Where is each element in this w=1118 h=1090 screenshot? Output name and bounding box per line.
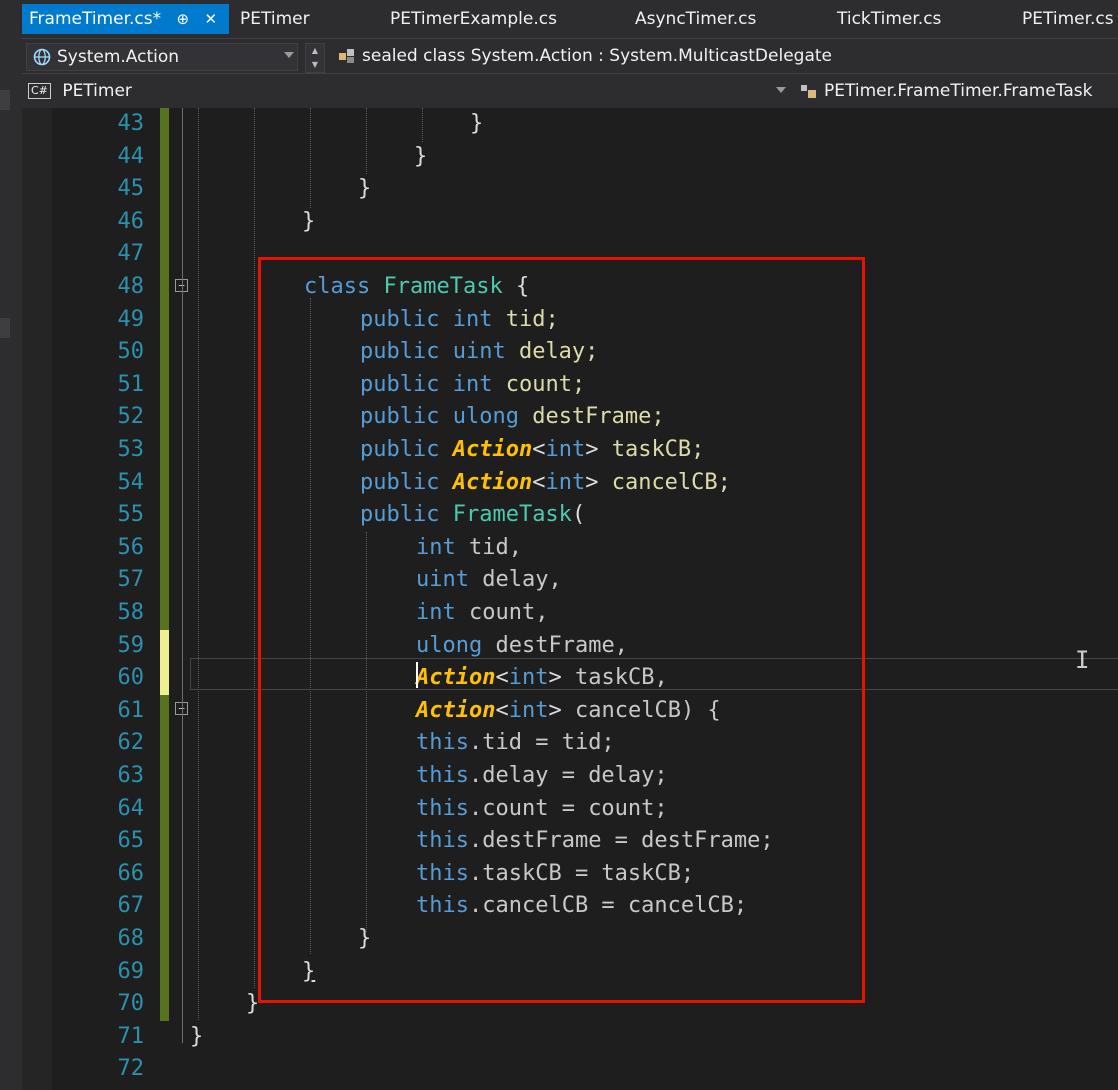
tab-petimer[interactable]: PETimer xyxy=(240,6,310,32)
line-number: 68 xyxy=(117,926,145,951)
scope-navigation-bar: C# PETimer PETimer.FrameTimer.FrameTask xyxy=(22,73,1118,108)
line-number: 69 xyxy=(117,958,145,984)
line-number: 61 xyxy=(117,697,145,723)
line-number: 71 xyxy=(117,1023,145,1049)
tab-petimer-cs[interactable]: PETimer.cs xyxy=(1022,6,1114,32)
code-line[interactable]: } xyxy=(470,108,483,141)
member-signature: sealed class System.Action : System.Mult… xyxy=(332,43,1118,69)
tab-label: TickTimer.cs xyxy=(837,9,942,29)
tab-label: PETimer.cs xyxy=(1022,9,1114,29)
line-number: 55 xyxy=(117,502,145,528)
globe-icon xyxy=(33,48,51,66)
tab-tick-timer[interactable]: TickTimer.cs xyxy=(837,6,941,32)
chevron-down-icon[interactable] xyxy=(776,87,786,93)
line-number: 70 xyxy=(117,991,145,1017)
document-tab-bar: FrameTimer.cs* ⊕ ✕ PETimer PETimerExampl… xyxy=(22,0,1118,38)
code-line[interactable]: } xyxy=(414,141,427,174)
code-line[interactable]: } xyxy=(302,206,315,239)
line-number: 56 xyxy=(117,534,145,560)
member-spinner[interactable]: ▲ ▼ xyxy=(305,43,325,73)
tab-async-timer[interactable]: AsyncTimer.cs xyxy=(635,6,756,32)
member-dropdown-value: System.Action xyxy=(57,47,180,67)
line-number: 52 xyxy=(117,404,145,430)
line-number: 58 xyxy=(117,600,145,625)
class-icon xyxy=(339,49,354,63)
line-number: 67 xyxy=(117,893,145,919)
toolbox-marker[interactable] xyxy=(0,90,10,110)
change-indicator-unsaved xyxy=(160,629,169,695)
line-number: 50 xyxy=(117,339,145,365)
line-number: 72 xyxy=(117,1056,145,1082)
left-tool-strip xyxy=(0,0,22,1090)
close-icon[interactable]: ✕ xyxy=(205,4,218,34)
tab-petimer-example[interactable]: PETimerExample.cs xyxy=(390,6,557,32)
line-number: 47 xyxy=(117,241,145,267)
annotation-highlight-box xyxy=(258,257,865,1003)
line-number: 49 xyxy=(117,306,145,332)
line-number: 48 xyxy=(117,274,145,299)
line-number: 63 xyxy=(117,763,145,788)
tab-label: FrameTimer.cs* xyxy=(29,9,162,29)
line-number: 57 xyxy=(117,567,145,593)
ibeam-cursor-icon: I xyxy=(1075,646,1090,674)
project-name: PETimer xyxy=(62,81,132,101)
line-number: 51 xyxy=(117,371,145,397)
scope-icon xyxy=(801,85,816,98)
code-line[interactable]: } xyxy=(190,1021,203,1054)
line-number: 62 xyxy=(117,730,145,756)
scope-dropdown[interactable]: PETimer.FrameTimer.FrameTask xyxy=(794,78,1118,104)
line-number: 46 xyxy=(117,208,145,234)
code-line[interactable]: } xyxy=(358,173,371,206)
line-number: 59 xyxy=(117,632,145,658)
tab-frametimer[interactable]: FrameTimer.cs* ⊕ ✕ xyxy=(22,4,229,34)
toolbox-marker[interactable] xyxy=(0,318,10,338)
member-navigation-bar: System.Action ▲ ▼ sealed class System.Act… xyxy=(22,38,1118,73)
change-indicator-saved xyxy=(160,694,169,1021)
tab-label: PETimerExample.cs xyxy=(390,9,557,29)
line-number: 65 xyxy=(117,828,145,854)
code-editor[interactable]: 43 44 45 46 47 48 49 50 51 52 53 54 55 5… xyxy=(22,108,1118,1090)
line-number: 53 xyxy=(117,437,145,462)
tab-label: PETimer xyxy=(240,9,310,29)
scope-value: PETimer.FrameTimer.FrameTask xyxy=(824,81,1093,101)
project-dropdown[interactable]: C# PETimer xyxy=(24,78,790,104)
line-number: 43 xyxy=(117,111,145,136)
chevron-down-icon[interactable] xyxy=(284,52,294,58)
line-number: 45 xyxy=(117,176,145,202)
csharp-project-icon: C# xyxy=(28,83,51,99)
tab-label: AsyncTimer.cs xyxy=(635,9,757,29)
pin-icon[interactable]: ⊕ xyxy=(177,4,190,34)
line-number: 44 xyxy=(117,143,145,169)
line-number: 66 xyxy=(117,860,145,886)
change-indicator-saved xyxy=(160,108,169,630)
line-number: 54 xyxy=(117,469,145,495)
member-dropdown[interactable]: System.Action xyxy=(26,43,298,71)
line-number: 60 xyxy=(117,665,145,691)
signature-text: sealed class System.Action : System.Mult… xyxy=(362,46,832,66)
line-number: 64 xyxy=(117,795,145,821)
